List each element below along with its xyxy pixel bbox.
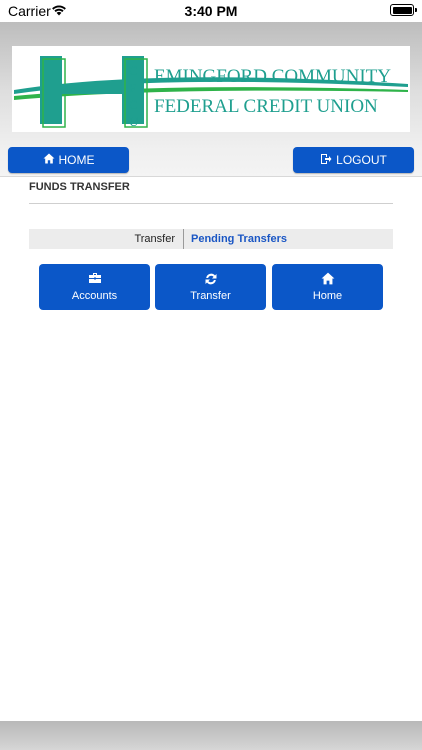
tab-transfer[interactable]: Transfer (134, 233, 175, 245)
app-footer (0, 721, 422, 750)
svg-text:F: F (129, 80, 136, 95)
header-divider (0, 176, 422, 177)
app-header: C F C U EMINGFORD COMMUNITY FEDERAL CRED… (0, 22, 422, 177)
transfer-label: Transfer (190, 290, 231, 302)
transfer-tabs: Transfer Pending Transfers (29, 229, 393, 249)
logo-line1: EMINGFORD COMMUNITY (154, 66, 391, 87)
home-nav-button[interactable]: HOME (8, 147, 129, 173)
logout-icon (320, 153, 332, 168)
svg-text:C: C (129, 97, 138, 112)
logout-button[interactable]: LOGOUT (293, 147, 414, 173)
credit-union-logo: C F C U EMINGFORD COMMUNITY FEDERAL CRED… (12, 46, 410, 132)
logo-graphic: C F C U EMINGFORD COMMUNITY FEDERAL CRED… (14, 56, 408, 129)
accounts-label: Accounts (71, 290, 118, 302)
clock-time: 3:40 PM (184, 3, 238, 19)
home-icon (43, 153, 55, 167)
transfer-button[interactable]: Transfer (155, 264, 266, 310)
battery-icon (390, 4, 417, 16)
status-bar: Carrier 3:40 PM (0, 0, 422, 22)
home-label: Home (312, 290, 343, 302)
briefcase-icon (39, 272, 150, 286)
title-divider (29, 203, 393, 204)
home-nav-label: HOME (58, 153, 95, 167)
logout-label: LOGOUT (336, 153, 387, 167)
accounts-button[interactable]: Accounts (39, 264, 150, 310)
refresh-icon (155, 272, 266, 286)
tab-pending-transfers[interactable]: Pending Transfers (191, 233, 287, 245)
home-icon (272, 272, 383, 286)
page-title: FUNDS TRANSFER (29, 181, 130, 193)
tab-separator (183, 229, 184, 249)
logo-line2: FEDERAL CREDIT UNION (154, 96, 378, 117)
svg-text:C: C (129, 63, 138, 78)
svg-text:U: U (129, 114, 139, 129)
home-button[interactable]: Home (272, 264, 383, 310)
